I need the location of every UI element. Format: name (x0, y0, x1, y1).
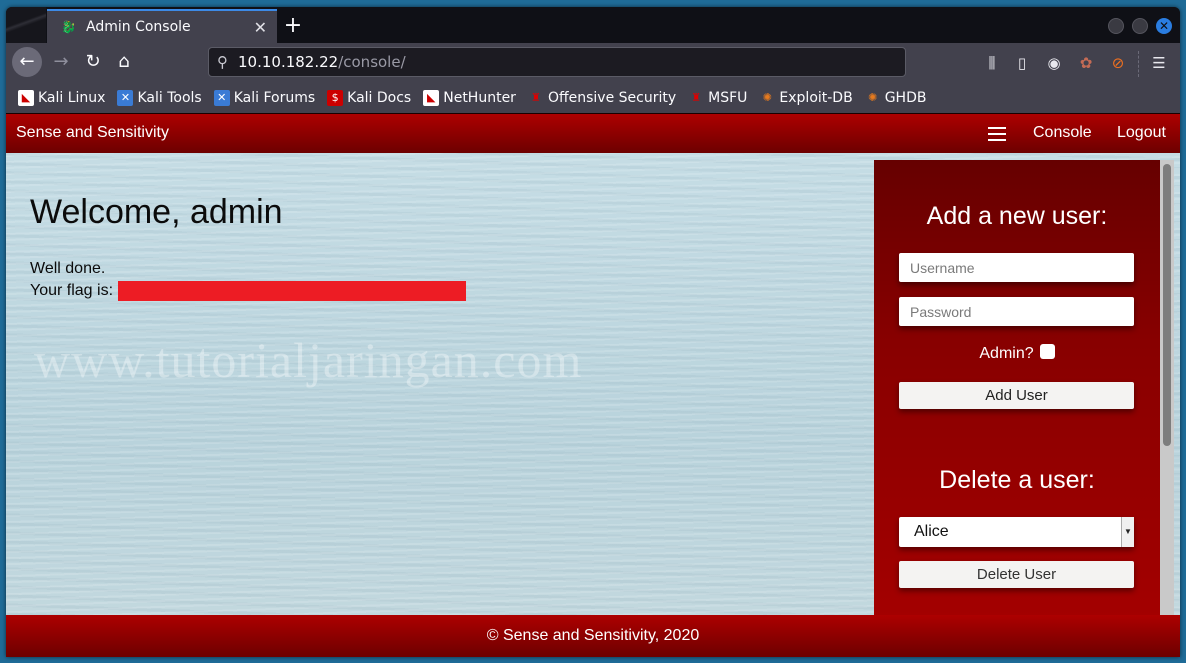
hamburger-menu-icon[interactable] (988, 127, 1006, 141)
delete-user-button[interactable]: Delete User (899, 561, 1134, 588)
nethunter-icon: ◣ (423, 90, 440, 106)
password-input[interactable] (899, 297, 1134, 326)
blocker-extension-icon[interactable]: ⊘ (1106, 51, 1130, 75)
site-header: Sense and Sensitivity Console Logout (6, 113, 1180, 153)
welcome-message: Well done. Your flag is: (30, 258, 467, 302)
tab-admin-console[interactable]: 🐉 Admin Console ✕ (47, 9, 277, 43)
admin-checkbox[interactable] (1039, 344, 1055, 359)
user-management-panel: Add a new user: Admin? Add User Delete a… (874, 160, 1160, 616)
home-button[interactable]: ⌂ (109, 47, 139, 77)
browser-window: 🐉 Admin Console ✕ + ✕ ← → ↻ ⌂ ⚲ 10.10.18… (6, 7, 1180, 657)
flag-row: Your flag is: (30, 280, 467, 302)
page-content: Sense and Sensitivity Console Logout Wel… (6, 113, 1180, 657)
bookmarks-bar: ◣ Kali Linux ✕ Kali Tools ✕ Kali Forums $ Ka… (6, 83, 1180, 113)
search-icon: ⚲ (217, 53, 228, 71)
delete-user-select[interactable]: Alice ▼ (899, 517, 1134, 547)
watermark-text: www.tutorialjaringan.com (34, 332, 583, 388)
flag-label: Your flag is: (30, 282, 114, 299)
bookmark-offensive-security[interactable]: ♜ Offensive Security (528, 90, 676, 106)
admin-row: Admin? (874, 344, 1160, 363)
welcome-heading: Welcome, admin (30, 193, 283, 231)
bookmark-kali-tools[interactable]: ✕ Kali Tools (117, 90, 202, 106)
site-footer: © Sense and Sensitivity, 2020 (6, 615, 1180, 657)
close-window-button[interactable]: ✕ (1156, 18, 1172, 34)
bookmark-msfu[interactable]: ♜ MSFU (688, 90, 747, 106)
navigation-toolbar: ← → ↻ ⌂ ⚲ 10.10.182.22/console/ ⫼ ▯ ◉ ✿ … (6, 43, 1180, 83)
kali-linux-icon: ◣ (18, 90, 34, 106)
account-icon[interactable]: ◉ (1042, 51, 1066, 75)
kali-tools-icon: ✕ (117, 90, 134, 106)
nav-console-link[interactable]: Console (1033, 124, 1092, 142)
panel-scrollbar[interactable] (1160, 160, 1174, 616)
bookmark-ghdb[interactable]: ✺ GHDB (865, 90, 926, 106)
dropdown-arrow-icon[interactable]: ▼ (1121, 517, 1134, 547)
tabstrip-decoration (6, 7, 46, 43)
ghdb-icon: ✺ (868, 91, 878, 104)
extension-icon[interactable]: ✿ (1074, 51, 1098, 75)
flag-redaction (118, 281, 467, 301)
exploit-db-icon: ✺ (762, 91, 773, 104)
toolbar-separator (1138, 51, 1139, 77)
bookmark-kali-linux[interactable]: ◣ Kali Linux (18, 90, 105, 106)
bookmark-kali-docs[interactable]: $ Kali Docs (327, 90, 411, 106)
tab-strip: 🐉 Admin Console ✕ + ✕ (6, 7, 1180, 43)
kali-forums-icon: ✕ (213, 90, 230, 106)
menu-icon[interactable]: ☰ (1147, 51, 1171, 75)
kali-dragon-icon: 🐉 (61, 20, 76, 34)
scrollbar-thumb[interactable] (1163, 164, 1171, 446)
offsec-icon: ♜ (531, 91, 541, 104)
site-brand[interactable]: Sense and Sensitivity (16, 124, 169, 142)
url-bar[interactable]: ⚲ 10.10.182.22/console/ (208, 47, 906, 77)
sidebar-icon[interactable]: ▯ (1010, 51, 1034, 75)
admin-label: Admin? (979, 345, 1034, 362)
tab-title: Admin Console (86, 19, 191, 35)
url-path: /console/ (338, 53, 406, 71)
reload-button[interactable]: ↻ (78, 47, 108, 77)
username-input[interactable] (899, 253, 1134, 282)
url-host: 10.10.182.22 (238, 53, 339, 71)
close-tab-icon[interactable]: ✕ (254, 18, 267, 37)
minimize-window-button[interactable] (1108, 18, 1124, 34)
bookmark-kali-forums[interactable]: ✕ Kali Forums (213, 90, 315, 106)
selected-user: Alice (914, 523, 949, 540)
bookmark-exploit-db[interactable]: ✺ Exploit-DB (759, 90, 853, 106)
add-user-heading: Add a new user: (926, 202, 1108, 230)
forward-button[interactable]: → (46, 47, 76, 77)
new-tab-button[interactable]: + (278, 11, 308, 41)
library-icon[interactable]: ⫼ (980, 51, 1004, 75)
kali-docs-icon: $ (327, 90, 344, 106)
bookmark-nethunter[interactable]: ◣ NetHunter (423, 90, 516, 106)
well-done-text: Well done. (30, 260, 106, 277)
add-user-button[interactable]: Add User (899, 382, 1134, 409)
nav-logout-link[interactable]: Logout (1117, 124, 1166, 142)
maximize-window-button[interactable] (1132, 18, 1148, 34)
delete-user-heading: Delete a user: (939, 466, 1095, 494)
msfu-icon: ♜ (691, 91, 702, 104)
back-button[interactable]: ← (12, 47, 42, 77)
